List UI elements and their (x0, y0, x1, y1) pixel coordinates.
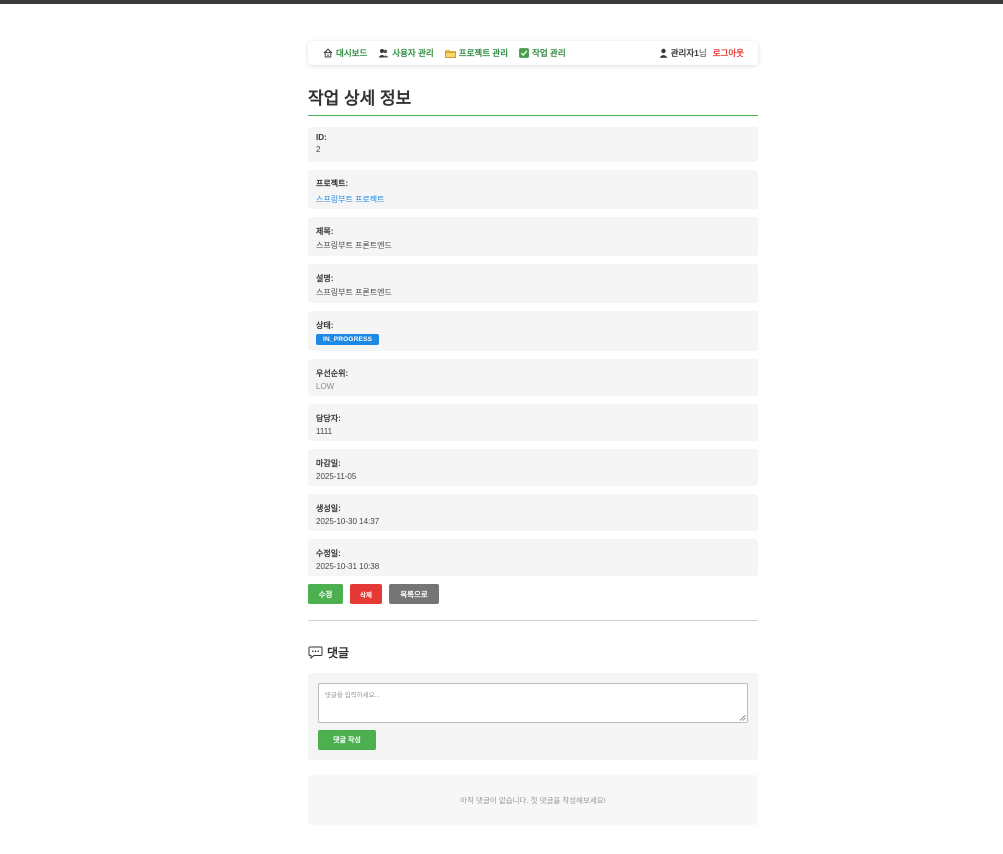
field-value: 2 (316, 145, 321, 154)
nav-link-dashboard[interactable]: 대시보드 (323, 47, 367, 59)
field-value: 스프링부트 프론트엔드 (316, 288, 392, 297)
field-project: 프로젝트: 스프링부트 프로젝트 (308, 170, 758, 209)
comments-heading: 댓글 (308, 644, 758, 661)
users-icon (378, 48, 389, 58)
field-value: 2025-10-30 14:37 (316, 517, 380, 526)
field-label: 프로젝트: (316, 179, 349, 188)
field-title: 제목: 스프링부트 프론트엔드 (308, 217, 758, 256)
delete-button[interactable]: 삭제 (350, 584, 382, 604)
field-status: 상태: IN_PROGRESS (308, 311, 758, 351)
home-icon (323, 48, 333, 58)
task-fields: ID: 2 프로젝트: 스프링부트 프로젝트 제목: 스프링부트 프론트엔드 설… (308, 127, 758, 576)
logout-link[interactable]: 로그아웃 (713, 47, 744, 59)
nav-link-label: 프로젝트 관리 (458, 48, 509, 58)
comment-placeholder: 댓글을 입력하세요... (325, 692, 381, 699)
field-label: 우선순위: (316, 369, 349, 378)
nav-link-tasks[interactable]: 작업 관리 (519, 47, 566, 59)
back-to-list-button[interactable]: 목록으로 (389, 584, 439, 604)
submit-comment-button[interactable]: 댓글 작성 (318, 730, 376, 750)
window-top-bar (0, 0, 1003, 4)
field-label: 수정일: (316, 549, 341, 558)
field-label: 상태: (316, 321, 334, 330)
resize-handle-icon[interactable] (739, 714, 746, 721)
section-divider (308, 620, 758, 621)
field-updated-at: 수정일: 2025-10-31 10:38 (308, 539, 758, 576)
project-link[interactable]: 스프링부트 프로젝트 (316, 194, 750, 205)
comments-title: 댓글 (327, 646, 350, 660)
field-value: 2025-11-05 (316, 472, 357, 481)
task-detail-container: 대시보드 사용자 관리 프로젝트 관리 작업 관리 관리자1 님 로그아웃 작업… (308, 41, 758, 825)
field-label: 제목: (316, 227, 334, 236)
field-label: 생성일: (316, 504, 341, 513)
field-value: 스프링부트 프론트엔드 (316, 241, 392, 250)
empty-comments-message: 아직 댓글이 없습니다. 첫 댓글을 작성해보세요! (308, 775, 758, 825)
field-priority: 우선순위: LOW (308, 359, 758, 396)
field-id: ID: 2 (308, 127, 758, 162)
comment-form: 댓글을 입력하세요... 댓글 작성 (308, 673, 758, 760)
nav-link-label: 작업 관리 (532, 48, 566, 58)
field-label: 설명: (316, 274, 334, 283)
field-label: ID: (316, 133, 327, 142)
nav-link-projects[interactable]: 프로젝트 관리 (444, 47, 509, 59)
comment-textarea[interactable]: 댓글을 입력하세요... (318, 683, 748, 723)
field-value: 1111 (316, 427, 333, 436)
navbar: 대시보드 사용자 관리 프로젝트 관리 작업 관리 관리자1 님 로그아웃 (308, 41, 758, 65)
field-value: 2025-10-31 10:38 (316, 562, 380, 571)
nav-user-area: 관리자1 님 로그아웃 (659, 47, 744, 59)
field-label: 담당자: (316, 414, 341, 423)
user-icon (659, 48, 668, 58)
folder-icon (444, 49, 456, 58)
nav-link-label: 대시보드 (336, 48, 368, 58)
priority-value: LOW (316, 382, 335, 391)
field-due-date: 마감일: 2025-11-05 (308, 449, 758, 486)
field-description: 설명: 스프링부트 프론트엔드 (308, 264, 758, 303)
checkbox-icon (519, 48, 529, 58)
current-user: 관리자1 님 (659, 47, 707, 59)
edit-button[interactable]: 수정 (308, 584, 343, 604)
speech-bubble-icon (308, 646, 323, 659)
field-created-at: 생성일: 2025-10-30 14:37 (308, 494, 758, 531)
page-title: 작업 상세 정보 (308, 84, 758, 116)
nav-links: 대시보드 사용자 관리 프로젝트 관리 작업 관리 (323, 47, 577, 59)
action-buttons: 수정 삭제 목록으로 (308, 584, 758, 604)
user-name: 관리자1 (670, 48, 699, 58)
nav-link-label: 사용자 관리 (392, 48, 434, 58)
user-suffix: 님 (698, 48, 707, 58)
field-label: 마감일: (316, 459, 341, 468)
status-badge: IN_PROGRESS (316, 334, 380, 345)
field-assignee: 담당자: 1111 (308, 404, 758, 441)
nav-link-users[interactable]: 사용자 관리 (378, 47, 434, 59)
